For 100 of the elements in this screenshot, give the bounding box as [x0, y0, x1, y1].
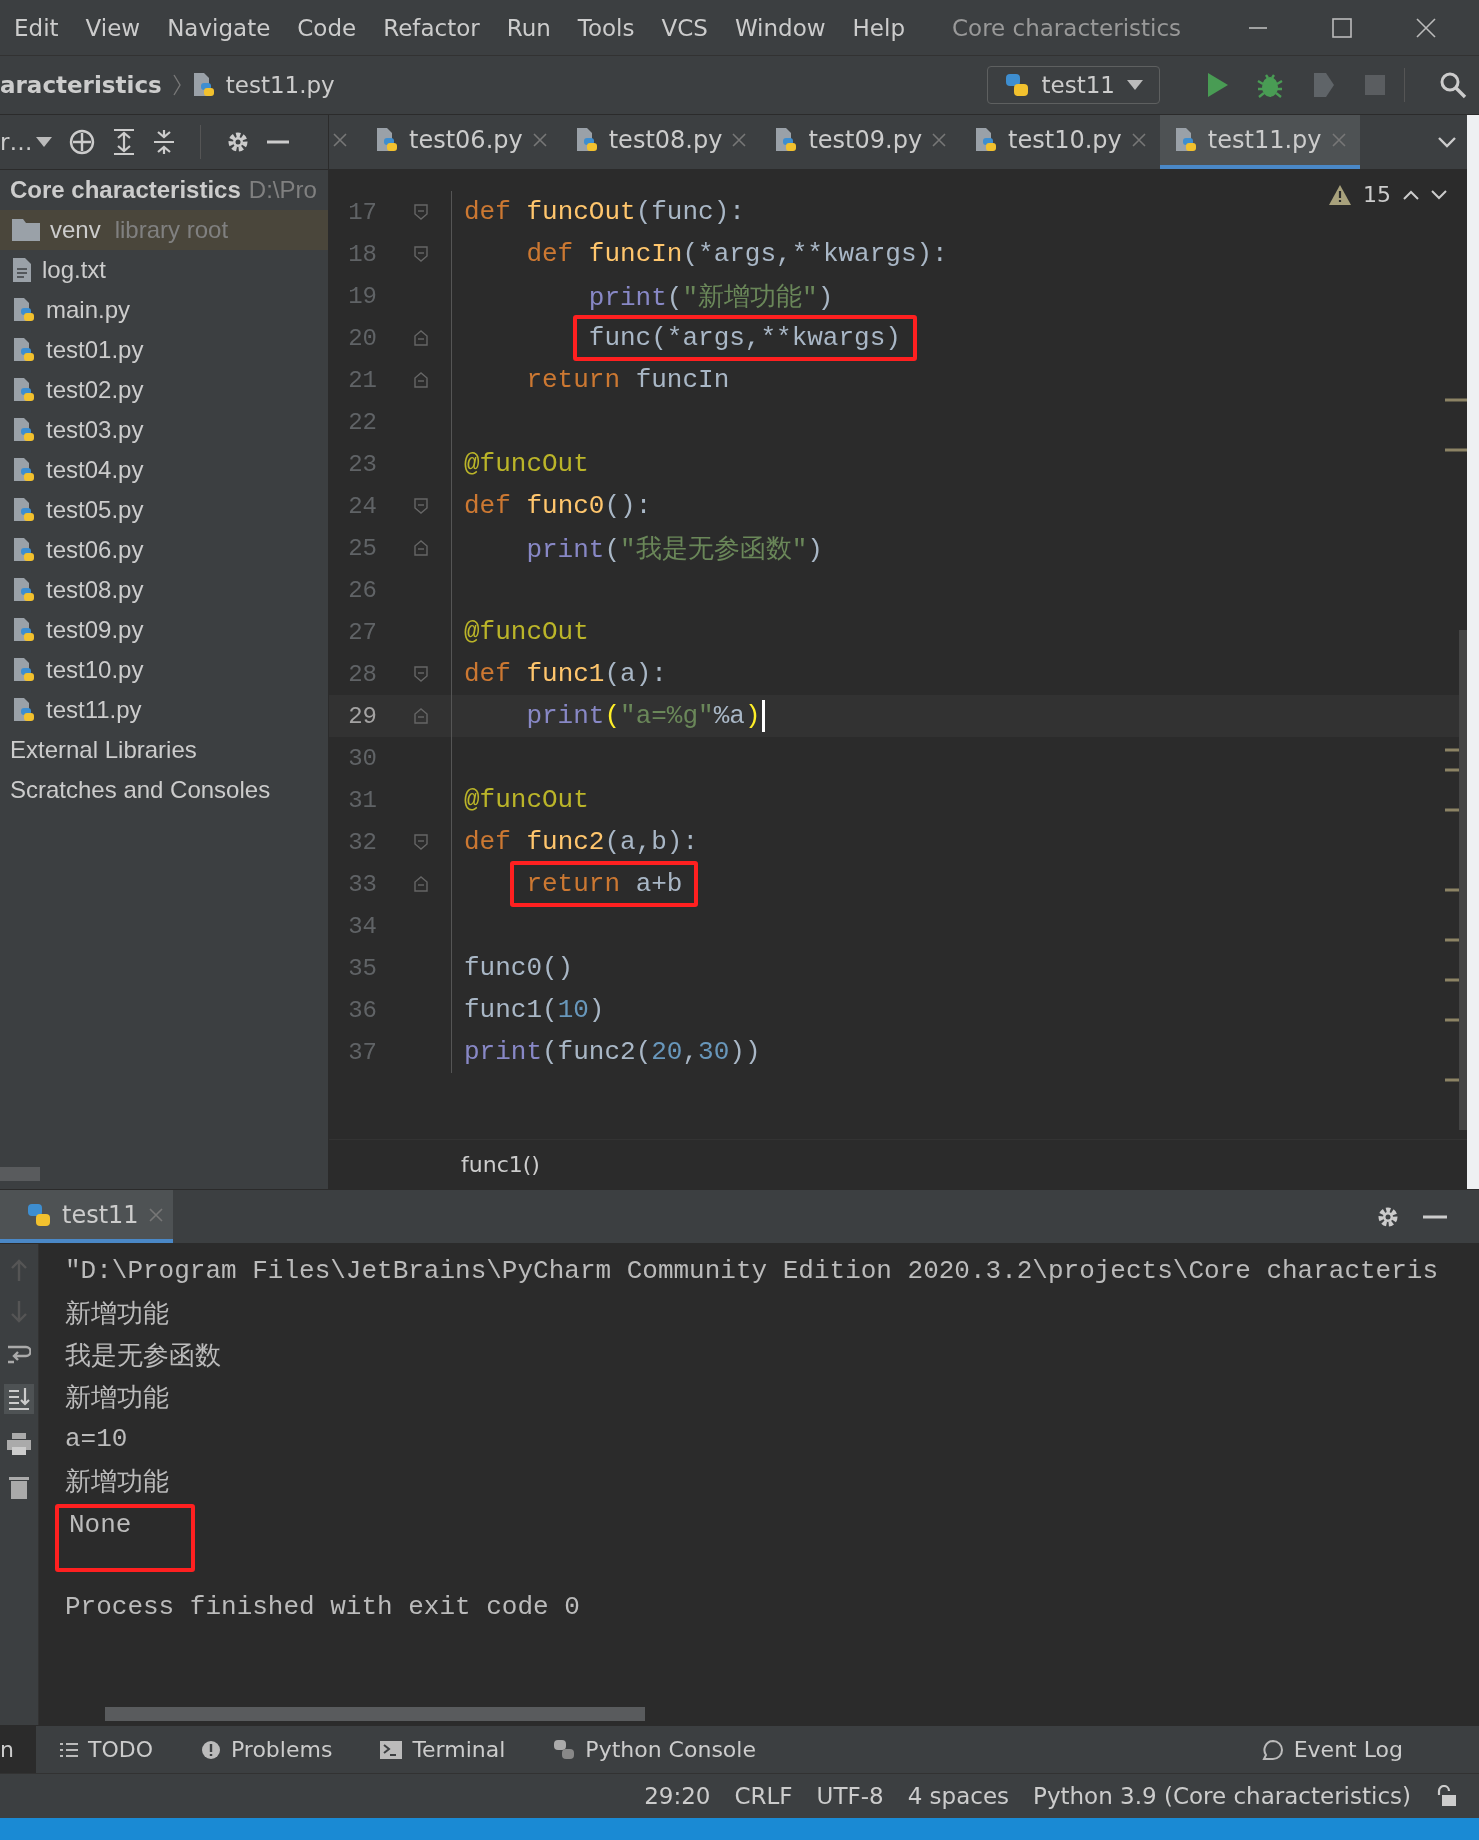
close-icon[interactable] — [1131, 133, 1146, 147]
fold-icon[interactable] — [414, 204, 428, 220]
close-icon[interactable] — [1415, 16, 1437, 39]
status-item[interactable]: Python 3.9 (Core characteristics) — [1033, 1783, 1411, 1809]
tree-group[interactable]: Scratches and Consoles — [0, 770, 328, 810]
editor-tab[interactable]: test10.py — [960, 115, 1160, 169]
line-number: 20 — [347, 324, 377, 352]
status-item[interactable]: 4 spaces — [907, 1783, 1010, 1809]
fold-end-icon[interactable] — [414, 540, 428, 556]
status-item[interactable]: UTF-8 — [816, 1783, 884, 1809]
text-file-icon — [12, 257, 32, 283]
event-log-button[interactable]: Event Log — [1257, 1726, 1407, 1773]
fold-end-icon[interactable] — [414, 330, 428, 346]
tool-window-tab[interactable]: n — [0, 1726, 36, 1773]
tool-window-tab[interactable]: Problems — [196, 1726, 337, 1773]
menu-item[interactable]: Window — [734, 14, 826, 41]
tool-window-tab[interactable]: TODO — [55, 1726, 157, 1773]
close-icon[interactable] — [732, 133, 747, 147]
console-output-line: 新增功能 — [65, 1466, 169, 1499]
fold-icon[interactable] — [414, 666, 428, 682]
search-icon[interactable] — [1439, 71, 1467, 99]
breadcrumb-item[interactable]: aracteristics — [0, 72, 162, 98]
arrow-up-icon[interactable] — [9, 1258, 29, 1282]
collapse-all-icon[interactable] — [152, 128, 177, 156]
editor-tab[interactable]: test06.py — [361, 115, 561, 169]
tree-item[interactable]: test01.py — [0, 330, 328, 370]
tree-item[interactable]: test04.py — [0, 450, 328, 490]
tree-item[interactable]: test05.py — [0, 490, 328, 530]
menu-item[interactable]: Code — [297, 14, 357, 41]
warning-icon[interactable] — [1329, 184, 1351, 205]
caret-icon[interactable] — [36, 137, 53, 147]
python-file-icon — [12, 577, 36, 603]
run-configuration-dropdown[interactable]: test11 — [986, 66, 1160, 104]
console-output-line: a=10 — [65, 1424, 128, 1454]
arrow-down-icon[interactable] — [9, 1300, 29, 1324]
menu-item[interactable]: Run — [506, 14, 551, 41]
close-icon[interactable] — [932, 133, 947, 147]
fold-icon[interactable] — [414, 834, 428, 850]
scrollbar[interactable] — [105, 1707, 645, 1721]
tool-window-tab[interactable]: Terminal — [376, 1726, 510, 1773]
minimize-icon[interactable] — [1423, 1213, 1447, 1220]
expand-all-icon[interactable] — [112, 128, 137, 156]
fold-end-icon[interactable] — [414, 708, 428, 724]
stop-icon[interactable] — [1364, 74, 1386, 96]
chevron-down-icon[interactable] — [1431, 189, 1447, 200]
printer-icon[interactable] — [6, 1432, 32, 1456]
tree-item[interactable]: log.txt — [0, 250, 328, 290]
status-item[interactable]: 29:20 — [644, 1783, 711, 1809]
tree-item[interactable]: test03.py — [0, 410, 328, 450]
fold-icon[interactable] — [414, 246, 428, 262]
tree-item[interactable]: main.py — [0, 290, 328, 330]
tree-item[interactable]: test06.py — [0, 530, 328, 570]
editor-tab[interactable]: test08.py — [560, 115, 761, 169]
fold-end-icon[interactable] — [414, 372, 428, 388]
close-icon[interactable] — [532, 133, 547, 147]
tree-group[interactable]: External Libraries — [0, 730, 328, 770]
crosshair-icon[interactable] — [68, 128, 97, 156]
close-icon[interactable] — [333, 133, 347, 147]
editor-tab[interactable]: test09.py — [760, 115, 961, 169]
code-breadcrumb[interactable]: func1() — [461, 1152, 540, 1177]
python-file-icon — [12, 297, 36, 323]
menu-item[interactable]: Refactor — [383, 14, 480, 41]
tree-item[interactable]: test10.py — [0, 650, 328, 690]
tree-item[interactable]: venv library root — [0, 210, 328, 250]
tool-window-tab[interactable]: Python Console — [549, 1726, 760, 1773]
fold-icon[interactable] — [414, 498, 428, 514]
menu-item[interactable]: VCS — [661, 14, 708, 41]
chevron-down-icon[interactable] — [1437, 136, 1457, 148]
scrollbar[interactable] — [0, 1167, 40, 1181]
chevron-up-icon[interactable] — [1403, 189, 1419, 200]
minimize-icon[interactable] — [267, 139, 290, 145]
breadcrumb-item[interactable]: test11.py — [225, 72, 335, 98]
line-number: 19 — [347, 282, 377, 310]
trash-icon[interactable] — [8, 1474, 30, 1500]
code-line: print("新增功能") — [588, 281, 834, 314]
window-title: Core characteristics — [952, 14, 1182, 41]
menu-item[interactable]: View — [85, 14, 141, 41]
menu-item[interactable]: Edit — [14, 14, 59, 41]
tree-item[interactable]: test09.py — [0, 610, 328, 650]
python-file-icon — [12, 537, 36, 563]
fold-end-icon[interactable] — [414, 876, 428, 892]
run-icon[interactable] — [1206, 72, 1230, 98]
scroll-to-end-icon[interactable] — [4, 1384, 34, 1414]
unlock-icon[interactable] — [1435, 1785, 1457, 1807]
tree-item[interactable]: test11.py — [0, 690, 328, 730]
menu-item[interactable]: Tools — [577, 14, 635, 41]
menu-item[interactable]: Navigate — [167, 14, 271, 41]
maximize-icon[interactable] — [1331, 16, 1353, 39]
code-line: return funcIn — [526, 365, 730, 395]
code-line: def func0(): — [464, 491, 652, 521]
tree-item[interactable]: test08.py — [0, 570, 328, 610]
project-root[interactable]: Core characteristics — [10, 176, 241, 204]
status-item[interactable]: CRLF — [734, 1783, 793, 1809]
editor-tab[interactable]: test11.py — [1159, 115, 1360, 169]
run-tab[interactable]: test11 — [0, 1190, 173, 1243]
python-file-icon — [774, 127, 799, 153]
tree-item[interactable]: test02.py — [0, 370, 328, 410]
menu-item[interactable]: Help — [852, 14, 905, 41]
project-path: D:\Pro — [248, 176, 317, 204]
view-selector[interactable]: r… — [0, 129, 33, 155]
